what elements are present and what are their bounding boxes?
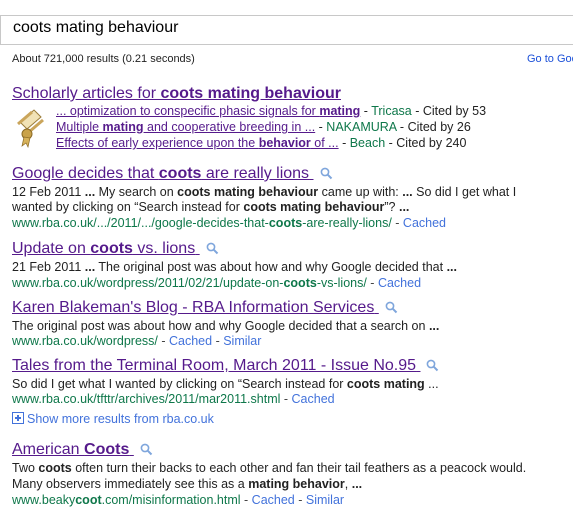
result-snippet: The original post was about how and why … <box>12 319 440 333</box>
scholar-item-link[interactable]: Multiple mating and cooperative breeding… <box>56 120 315 134</box>
magnifier-icon[interactable] <box>140 443 153 456</box>
result-title-link[interactable]: Karen Blakeman's Blog - RBA Information … <box>12 299 398 317</box>
scholar-item-3: Effects of early experience upon the beh… <box>56 136 467 150</box>
scholar-item-1: ... optimization to conspecific phasic s… <box>56 104 487 118</box>
magnifier-icon[interactable] <box>426 359 439 372</box>
cached-link[interactable]: Cached <box>252 493 295 507</box>
scholar-item-link[interactable]: ... optimization to conspecific phasic s… <box>56 104 360 118</box>
scroll-icon <box>17 109 44 148</box>
result-url: www.rba.co.uk/.../2011/.../google-decide… <box>12 216 447 230</box>
results-stats: About 721,000 results (0.21 seconds) <box>12 53 195 65</box>
result-snippet: 21 Feb 2011 ... The original post was ab… <box>12 260 457 274</box>
scholar-item-2: Multiple mating and cooperative breeding… <box>56 120 471 134</box>
goto-link[interactable]: Go to Goo <box>527 53 573 65</box>
result-snippet: So did I get what I wanted by clicking o… <box>12 377 439 391</box>
magnifier-icon[interactable] <box>320 167 333 180</box>
scholar-title-link[interactable]: Scholarly articles for coots mating beha… <box>12 85 341 103</box>
result-url: www.rba.co.uk/wordpress/ - Cached - Simi… <box>12 334 262 348</box>
result-snippet: Two coots often turn their backs to each… <box>12 461 527 475</box>
cached-link[interactable]: Cached <box>403 216 446 230</box>
result-title-link[interactable]: Google decides that coots are really lio… <box>12 165 333 183</box>
cached-link[interactable]: Cached <box>169 334 212 348</box>
result-title-link[interactable]: Update on coots vs. lions <box>12 240 219 258</box>
result-title-link[interactable]: Tales from the Terminal Room, March 2011… <box>12 357 439 375</box>
magnifier-icon[interactable] <box>206 242 219 255</box>
cached-link[interactable]: Cached <box>292 392 335 406</box>
result-title-link[interactable]: American Coots <box>12 441 153 459</box>
similar-link[interactable]: Similar <box>306 493 344 507</box>
plus-box-icon <box>12 412 24 424</box>
result-snippet: wanted by clicking on “Search instead fo… <box>12 200 410 214</box>
magnifier-icon[interactable] <box>385 301 398 314</box>
show-more-results-link[interactable]: Show more results from rba.co.uk <box>12 412 214 426</box>
search-input[interactable]: coots mating behaviour <box>0 15 573 45</box>
result-url: www.rba.co.uk/tfttr/archives/2011/mar201… <box>12 392 335 406</box>
result-snippet: Many observers immediately see this as a… <box>12 477 363 491</box>
result-url: www.beakycoot.com/misinformation.html - … <box>12 493 345 507</box>
scholar-item-link[interactable]: Effects of early experience upon the beh… <box>56 136 339 150</box>
cached-link[interactable]: Cached <box>378 276 421 290</box>
result-url: www.rba.co.uk/wordpress/2011/02/21/updat… <box>12 276 422 290</box>
search-query-text: coots mating behaviour <box>13 19 179 36</box>
similar-link[interactable]: Similar <box>223 334 261 348</box>
result-snippet: 12 Feb 2011 ... My search on coots matin… <box>12 185 517 199</box>
